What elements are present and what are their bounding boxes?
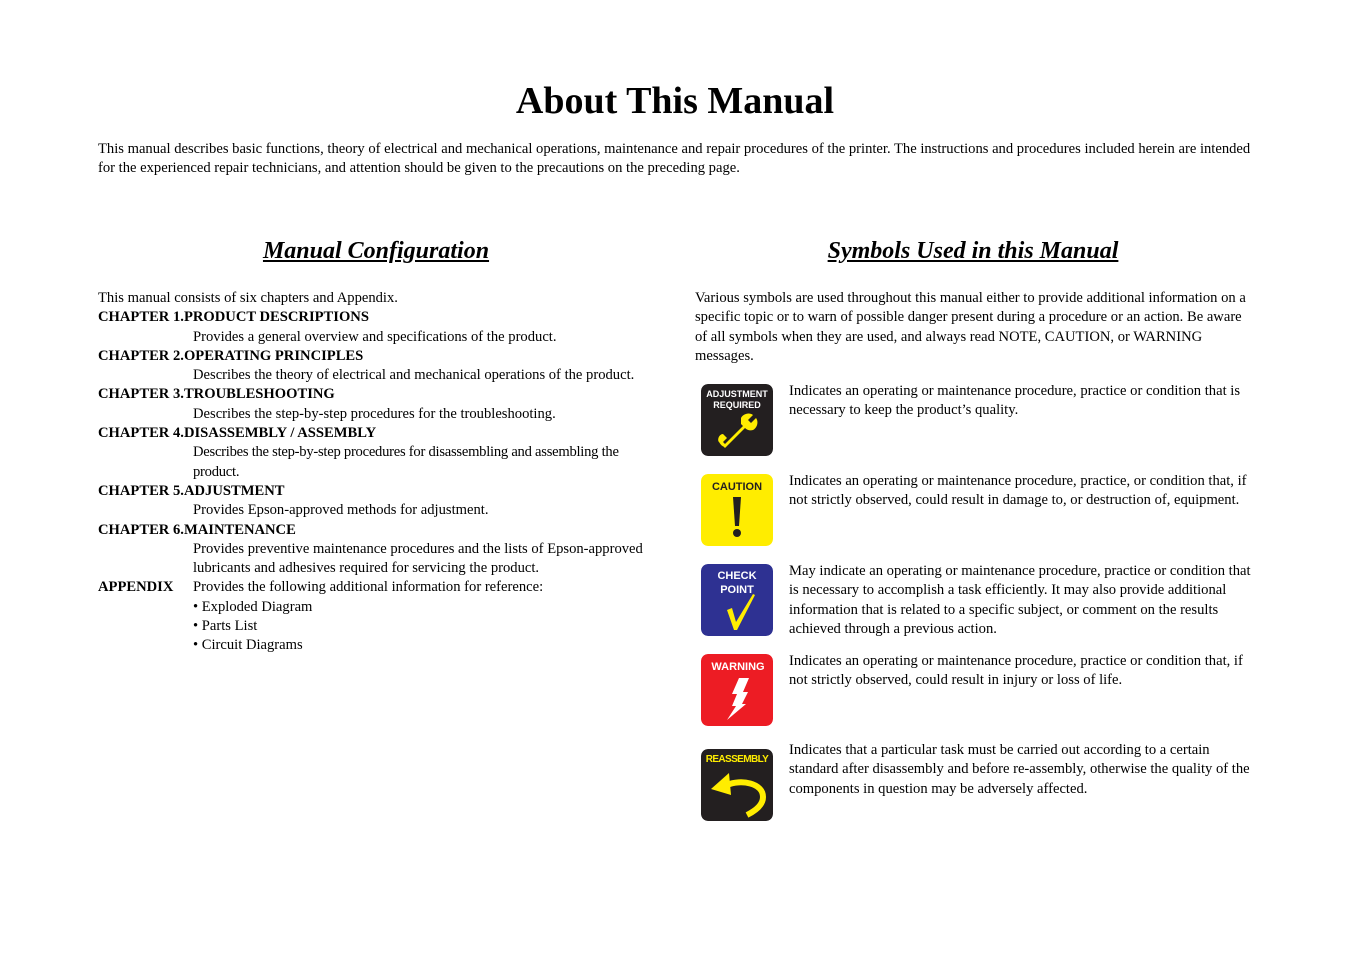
icon-label: POINT	[720, 584, 754, 596]
chapter-description: Provides preventive maintenance procedur…	[193, 540, 643, 577]
chapter-title: CHAPTER 4.DISASSEMBLY / ASSEMBLY	[98, 425, 377, 442]
icon-label: CHECK	[717, 570, 756, 582]
icon-label: ADJUSTMENT	[706, 389, 768, 399]
adjustment-required-icon: ADJUSTMENT REQUIRED	[701, 384, 773, 456]
symbol-description: Indicates an operating or maintenance pr…	[789, 473, 1247, 509]
check-point-icon: CHECK POINT	[701, 564, 773, 636]
symbols-lead: Various symbols are used throughout this…	[695, 290, 1246, 364]
symbol-description: Indicates an operating or maintenance pr…	[789, 653, 1243, 689]
manual-configuration-heading: Manual Configuration	[262, 238, 490, 264]
manual-configuration-section: This manual consists of six chapters and…	[98, 289, 658, 656]
symbol-description: May indicate an operating or maintenance…	[789, 563, 1251, 637]
chapter-description: Describes the theory of electrical and m…	[193, 367, 635, 384]
appendix-item: • Parts List	[193, 618, 258, 635]
symbols-lead-block: Various symbols are used throughout this…	[695, 289, 1255, 366]
warning-icon: WARNING	[701, 654, 773, 726]
page-title: About This Manual	[515, 80, 835, 122]
appendix-item: • Circuit Diagrams	[193, 637, 303, 654]
chapter-title: CHAPTER 6.MAINTENANCE	[98, 521, 296, 538]
icon-label: WARNING	[711, 661, 764, 673]
symbols-heading: Symbols Used in this Manual	[827, 238, 1119, 264]
chapter-title: CHAPTER 1.PRODUCT DESCRIPTIONS	[98, 309, 369, 326]
chapter-description: Provides a general overview and specific…	[193, 328, 557, 345]
configuration-lead: This manual consists of six chapters and…	[98, 290, 398, 306]
symbol-description: Indicates that a particular task must be…	[789, 742, 1250, 797]
symbol-description: Indicates an operating or maintenance pr…	[789, 383, 1241, 419]
appendix-label: APPENDIX	[98, 579, 174, 596]
appendix-item: • Exploded Diagram	[193, 598, 313, 615]
reassembly-icon: REASSEMBLY	[701, 749, 773, 821]
icon-label: REQUIRED	[713, 400, 761, 410]
chapter-title: CHAPTER 2.OPERATING PRINCIPLES	[98, 347, 364, 364]
appendix-description: Provides the following additional inform…	[193, 579, 544, 596]
intro-paragraph: This manual describes basic functions, t…	[98, 141, 1251, 177]
chapter-description: Provides Epson-approved methods for adju…	[193, 502, 489, 519]
chapter-description: Describes the step-by-step procedures fo…	[193, 444, 619, 480]
chapter-title: CHAPTER 5.ADJUSTMENT	[98, 482, 285, 499]
icon-label: REASSEMBLY	[706, 754, 769, 765]
icon-label: CAUTION	[712, 481, 762, 493]
chapter-title: CHAPTER 3.TROUBLESHOOTING	[98, 386, 335, 403]
chapter-description: Describes the step-by-step procedures fo…	[193, 405, 556, 422]
caution-icon: CAUTION	[701, 474, 773, 546]
appendix-list: • Exploded Diagram • Parts List • Circui…	[98, 598, 658, 656]
appendix-row: APPENDIX Provides the following addition…	[98, 578, 658, 597]
